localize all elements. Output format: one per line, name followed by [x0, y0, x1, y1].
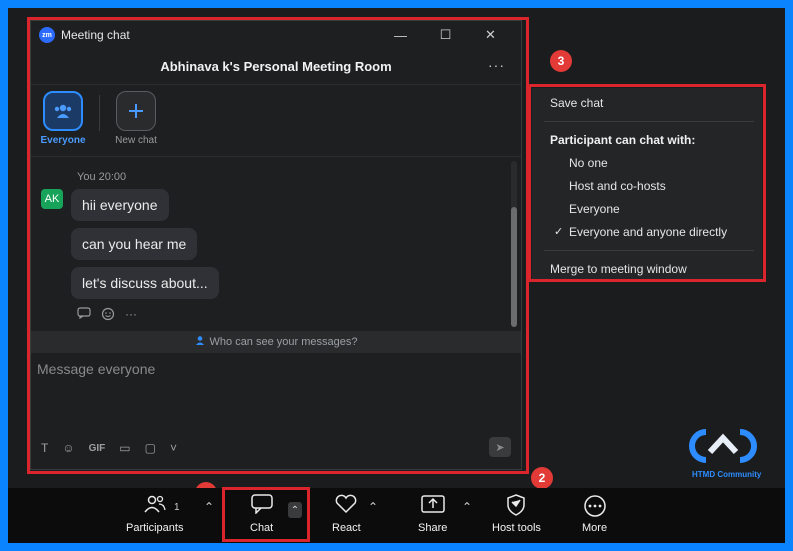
- menu-heading: Participant can chat with:: [550, 133, 696, 147]
- share-icon: [420, 494, 445, 520]
- more-button[interactable]: More: [582, 494, 607, 534]
- avatar: AK: [41, 189, 63, 209]
- message-bubble[interactable]: can you hear me: [71, 228, 198, 260]
- window-title: Meeting chat: [61, 28, 130, 42]
- message-list: You 20:00 AK hii everyone can you hear m…: [31, 157, 521, 331]
- send-button[interactable]: ➤: [489, 437, 511, 457]
- share-button[interactable]: Share: [418, 494, 447, 534]
- zoom-logo-icon: zm: [39, 27, 55, 43]
- menu-option-everyone-directly[interactable]: Everyone and anyone directly: [569, 225, 727, 239]
- window-titlebar: zm Meeting chat — ☐ ✕: [31, 21, 521, 49]
- menu-divider: [544, 250, 754, 251]
- minimize-button[interactable]: —: [378, 21, 423, 49]
- check-icon: ✓: [554, 226, 564, 238]
- more-actions-icon[interactable]: ···: [125, 307, 137, 324]
- gif-icon[interactable]: GIF: [89, 443, 106, 454]
- window-controls: — ☐ ✕: [378, 21, 513, 49]
- host-tools-label: Host tools: [492, 522, 541, 534]
- chat-label: Chat: [250, 522, 274, 534]
- file-icon[interactable]: ▭: [119, 441, 130, 455]
- compose-toolbar: T ☺ GIF ▭ ▢ ˅: [41, 441, 177, 455]
- text-format-icon[interactable]: T: [41, 441, 48, 455]
- close-button[interactable]: ✕: [468, 21, 513, 49]
- step-badge-3: 3: [550, 50, 572, 72]
- chat-caret-icon[interactable]: ⌃: [288, 502, 302, 518]
- participant-count: 1: [174, 502, 180, 513]
- recipient-everyone[interactable]: Everyone: [37, 91, 89, 146]
- message-sender: You: [77, 171, 96, 183]
- participants-caret-icon[interactable]: ⌃: [204, 500, 214, 514]
- step-badge-2: 2: [531, 467, 553, 489]
- menu-save-chat[interactable]: Save chat: [550, 96, 603, 110]
- recipient-everyone-label: Everyone: [40, 135, 86, 146]
- compose-area: T ☺ GIF ▭ ▢ ˅ ➤: [31, 353, 521, 463]
- host-tools-button[interactable]: Host tools: [492, 494, 541, 534]
- message-time: 20:00: [98, 171, 127, 183]
- more-label: More: [582, 522, 608, 534]
- reply-icon[interactable]: [77, 307, 91, 324]
- emoji-icon[interactable]: ☺: [62, 441, 74, 455]
- logo-text: HTMD Community: [692, 470, 762, 479]
- share-label: Share: [418, 522, 448, 534]
- chevron-down-icon[interactable]: ˅: [170, 441, 177, 455]
- message-scrollbar[interactable]: [511, 161, 517, 327]
- scroll-thumb[interactable]: [511, 207, 517, 327]
- share-caret-icon[interactable]: ⌃: [462, 500, 472, 514]
- react-label: React: [332, 522, 361, 534]
- new-chat-button[interactable]: New chat: [110, 91, 162, 146]
- recipient-divider: [99, 95, 100, 131]
- participants-label: Participants: [126, 522, 184, 534]
- menu-option-host-cohosts[interactable]: Host and co-hosts: [569, 179, 666, 193]
- meeting-chat-window: zm Meeting chat — ☐ ✕ Abhinava k's Perso…: [30, 20, 522, 470]
- screenshot-icon[interactable]: ▢: [145, 441, 156, 455]
- add-reaction-icon[interactable]: [101, 307, 115, 324]
- maximize-button[interactable]: ☐: [423, 21, 468, 49]
- visibility-hint-text: Who can see your messages?: [209, 336, 358, 348]
- zoom-meeting-stage: zm Meeting chat — ☐ ✕ Abhinava k's Perso…: [8, 8, 785, 543]
- visibility-hint[interactable]: Who can see your messages?: [31, 331, 521, 353]
- people-icon: [43, 91, 83, 131]
- chat-icon: [250, 494, 273, 520]
- menu-divider: [544, 121, 754, 122]
- chat-button[interactable]: Chat: [250, 494, 273, 534]
- person-lock-icon: [195, 335, 206, 349]
- react-caret-icon[interactable]: ⌃: [368, 500, 378, 514]
- chat-settings-menu: Save chat Participant can chat with: No …: [532, 88, 762, 279]
- more-icon: [583, 494, 607, 520]
- recipient-bar: Everyone New chat: [31, 85, 521, 157]
- message-input[interactable]: [37, 361, 507, 377]
- participants-icon: [144, 494, 166, 520]
- menu-option-no-one[interactable]: No one: [569, 156, 608, 170]
- heart-icon: [334, 494, 358, 520]
- participants-button[interactable]: Participants: [126, 494, 183, 534]
- more-options-icon[interactable]: ···: [488, 57, 505, 73]
- message-bubble[interactable]: let's discuss about...: [71, 267, 219, 299]
- message-actions: ···: [77, 307, 137, 324]
- shield-icon: [506, 494, 526, 520]
- message-bubble[interactable]: hii everyone: [71, 189, 169, 221]
- meeting-toolbar: Participants 1 ⌃ Chat ⌃ React ⌃ Share ⌃: [8, 487, 785, 543]
- room-title: Abhinava k's Personal Meeting Room: [160, 59, 392, 74]
- message-meta: You 20:00: [77, 171, 126, 183]
- room-header: Abhinava k's Personal Meeting Room ···: [31, 49, 521, 85]
- menu-option-everyone[interactable]: Everyone: [569, 202, 620, 216]
- menu-merge-window[interactable]: Merge to meeting window: [550, 262, 687, 276]
- new-chat-label: New chat: [115, 135, 157, 146]
- plus-icon: [116, 91, 156, 131]
- react-button[interactable]: React: [332, 494, 361, 534]
